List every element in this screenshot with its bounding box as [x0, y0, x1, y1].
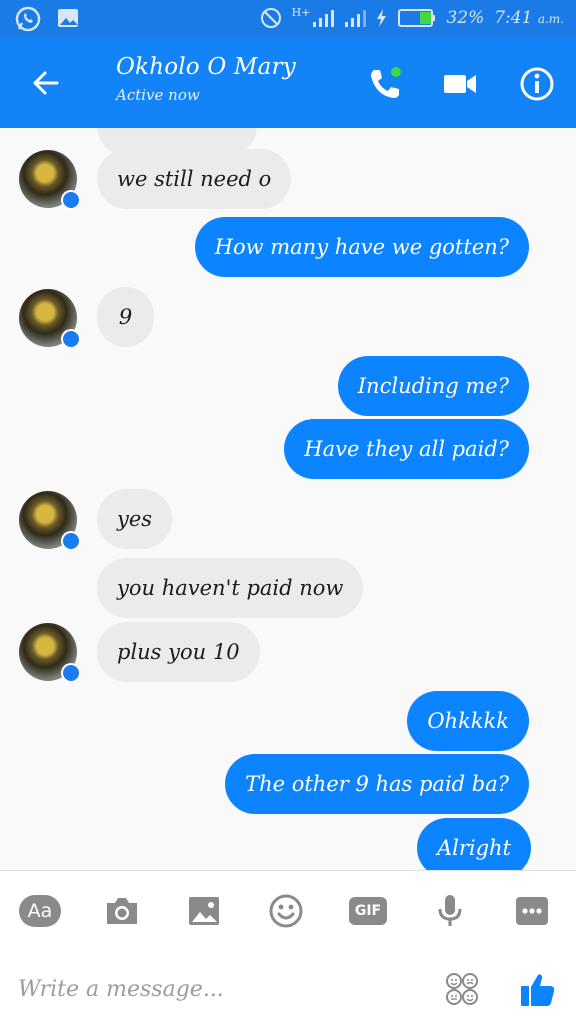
voice-call-button[interactable]: [364, 64, 404, 104]
phone-icon: [371, 67, 401, 98]
message-bubble-incoming[interactable]: we still need o: [97, 149, 292, 209]
battery-icon: [398, 8, 436, 28]
do-not-disturb-icon: [260, 7, 282, 29]
active-status: Active now: [116, 86, 200, 104]
thumbs-up-icon: [521, 974, 555, 1006]
emoji-button[interactable]: [264, 889, 308, 933]
back-button[interactable]: [24, 62, 66, 104]
message-bubble-outgoing[interactable]: Have they all paid?: [284, 419, 529, 479]
message-bubble-outgoing[interactable]: Alright: [416, 818, 531, 870]
video-camera-icon: [444, 75, 476, 93]
signal-icon: [344, 8, 367, 28]
messenger-badge-icon: [61, 531, 81, 551]
aa-label: Aa: [27, 900, 53, 922]
stickers-icon: [446, 973, 478, 1005]
composer: Aa GIF: [0, 870, 576, 1024]
gif-label: GIF: [354, 903, 382, 919]
text-format-button[interactable]: Aa: [18, 889, 62, 933]
message-bubble-incoming[interactable]: plus you 10: [97, 622, 260, 682]
like-button[interactable]: [516, 967, 560, 1011]
battery-percent: 32%: [446, 8, 485, 28]
conversation-header: Okholo O Mary Active now: [0, 38, 576, 128]
signal-icon: [312, 8, 335, 28]
info-button[interactable]: [517, 64, 557, 104]
contact-avatar[interactable]: [19, 491, 81, 551]
gallery-button[interactable]: [182, 889, 226, 933]
contact-avatar[interactable]: [19, 623, 81, 683]
charging-icon: [376, 8, 388, 28]
camera-icon: [107, 898, 137, 924]
message-bubble-incoming[interactable]: 9: [97, 287, 154, 347]
contact-avatar[interactable]: [19, 289, 81, 349]
stickers-button[interactable]: [440, 967, 484, 1011]
more-options-button[interactable]: [510, 889, 554, 933]
image-icon: [189, 897, 219, 925]
video-call-button[interactable]: [440, 64, 480, 104]
message-list[interactable]: we still need o How many have we gotten?…: [0, 128, 576, 870]
status-bar: H+ 32% 7:41 a.m.: [0, 0, 576, 38]
back-arrow-icon: [33, 71, 59, 95]
gallery-icon: [56, 5, 80, 33]
contact-avatar[interactable]: [19, 150, 81, 210]
more-icon: [516, 897, 548, 925]
contact-name: Okholo O Mary: [116, 54, 296, 80]
message-input[interactable]: [18, 969, 418, 1009]
microphone-icon: [438, 895, 462, 926]
camera-button[interactable]: [100, 889, 144, 933]
clock: 7:41 a.m.: [494, 8, 564, 28]
message-bubble-outgoing[interactable]: Ohkkkk: [407, 691, 529, 751]
messenger-badge-icon: [61, 663, 81, 683]
contact-title[interactable]: Okholo O Mary Active now: [116, 54, 296, 104]
gif-button[interactable]: GIF: [346, 889, 390, 933]
composer-toolbar: Aa GIF: [0, 889, 576, 933]
network-type: H+: [291, 5, 311, 19]
message-bubble-incoming[interactable]: you haven't paid now: [97, 558, 364, 618]
messenger-badge-icon: [61, 190, 81, 210]
message-bubble-incoming[interactable]: yes: [97, 489, 173, 549]
message-bubble-outgoing[interactable]: The other 9 has paid ba?: [225, 754, 529, 814]
messenger-badge-icon: [61, 329, 81, 349]
whatsapp-icon: [14, 5, 42, 33]
message-bubble-outgoing[interactable]: How many have we gotten?: [194, 217, 529, 277]
info-icon: [520, 67, 554, 101]
voice-clip-button[interactable]: [428, 889, 472, 933]
emoji-icon: [269, 894, 303, 928]
message-bubble-outgoing[interactable]: Including me?: [337, 356, 529, 416]
